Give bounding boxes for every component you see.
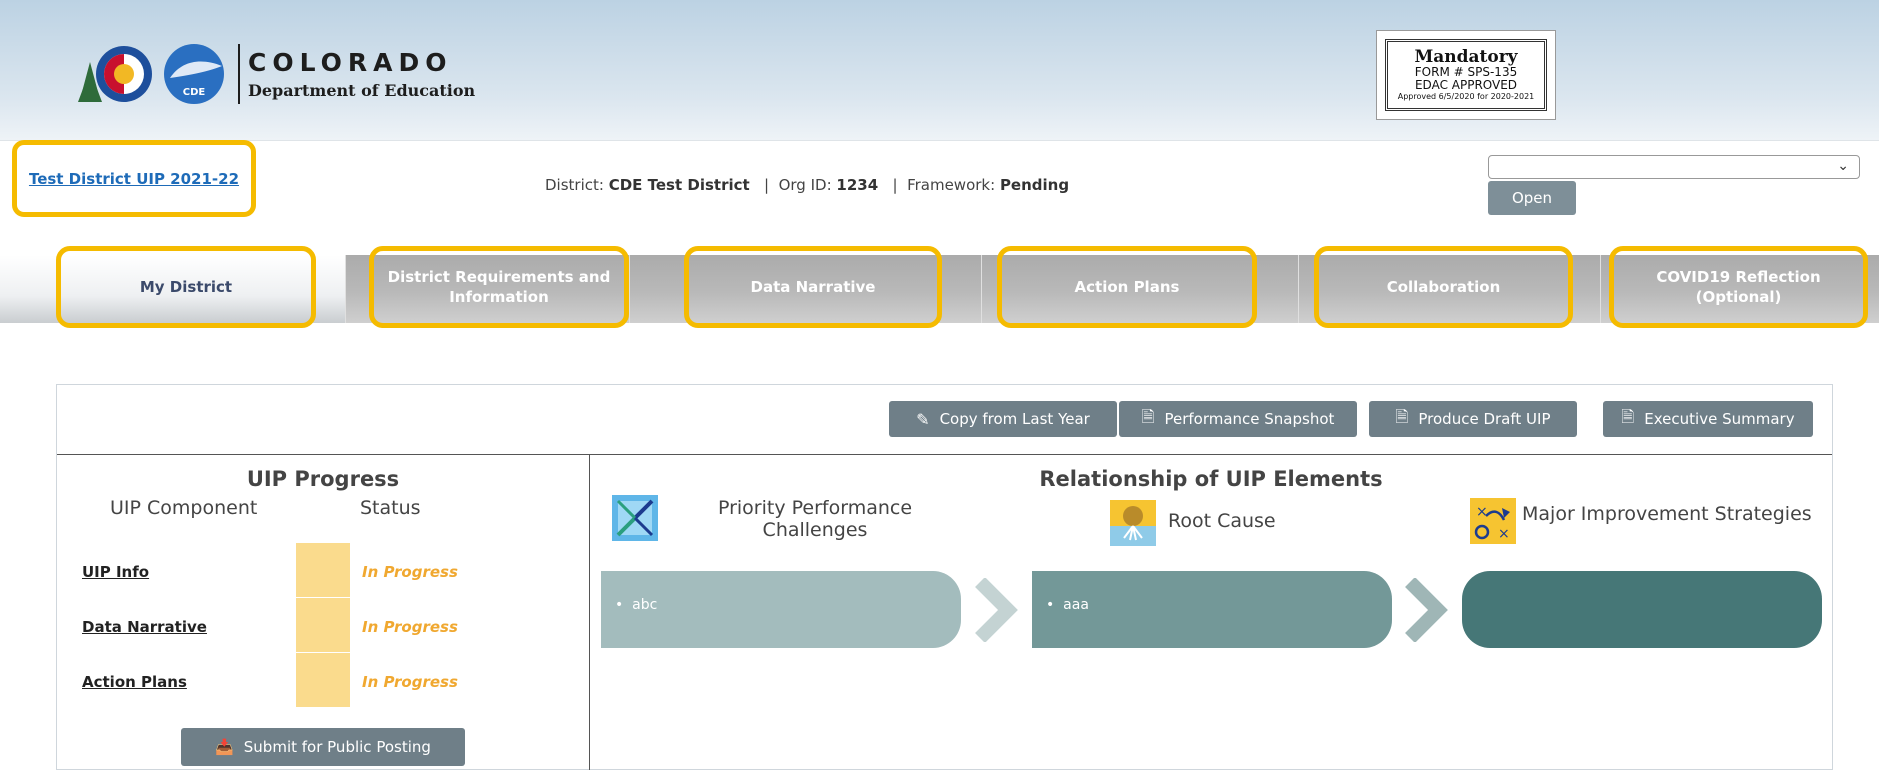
panel-divider-vertical [589,455,590,770]
chevron-down-icon: ⌄ [1837,158,1849,174]
progress-row-uip-info-link[interactable]: UIP Info [82,563,149,581]
uip-title-link-highlight[interactable]: Test District UIP 2021-22 [12,140,256,217]
root-cause-card: • aaa [1032,571,1392,648]
mandatory-stamp: Mandatory FORM # SPS-135 EDAC APPROVED A… [1376,30,1556,120]
org-subtitle: Department of Education [248,81,476,100]
tab-my-district[interactable]: My District [56,246,316,328]
uip-title-link[interactable]: Test District UIP 2021-22 [29,170,239,188]
stamp-line-3: EDAC APPROVED [1414,78,1518,92]
org-id: 1234 [836,176,879,194]
open-button[interactable]: Open [1488,181,1576,215]
district-info: District: CDE Test District | Org ID: 12… [545,176,1070,194]
tab-covid19-reflection[interactable]: COVID19 Reflection (Optional) [1609,246,1868,328]
framework-status: Pending [999,176,1070,194]
document-icon: 🗎 [1141,406,1155,426]
tab-action-plans[interactable]: Action Plans [997,246,1257,328]
list-item: • aaa [1046,597,1089,613]
tab-separator [981,255,982,323]
cde-logo: CDE [78,44,224,104]
arrows-expand-icon [612,495,658,541]
progress-row-action-plans-link[interactable]: Action Plans [82,673,187,691]
tab-separator [345,255,346,323]
col-header-status: Status [360,497,421,519]
strategy-play-icon: × × [1470,498,1516,544]
col-header-component: UIP Component [110,497,258,519]
panel-divider-horizontal [57,454,1832,455]
performance-snapshot-button[interactable]: 🗎 Performance Snapshot [1119,401,1357,437]
document-icon: 🗎 [1621,406,1635,426]
stamp-line-4: Approved 6/5/2020 for 2020-2021 [1397,92,1535,101]
executive-summary-button[interactable]: 🗎 Executive Summary [1603,401,1813,437]
priority-challenges-card: • abc [601,571,961,648]
svg-text:CDE: CDE [183,87,206,98]
col-label-root-cause: Root Cause [1168,510,1276,532]
uip-select-dropdown[interactable]: ⌄ [1488,155,1860,179]
tab-separator [1298,255,1299,323]
status-indicator [296,598,350,652]
list-item: • abc [615,597,658,613]
tab-district-requirements[interactable]: District Requirements and Information [369,246,629,328]
col-label-major-strategies: Major Improvement Strategies [1522,503,1812,525]
svg-text:×: × [1498,526,1510,542]
status-indicator [296,653,350,707]
district-name: CDE Test District [608,176,750,194]
progress-row-data-narrative-link[interactable]: Data Narrative [82,618,207,636]
logo-separator [238,44,240,104]
tab-data-narrative[interactable]: Data Narrative [684,246,942,328]
inbox-icon: 📥 [215,738,234,756]
progress-row-status: In Progress [362,618,458,636]
submit-for-public-posting-button[interactable]: 📥 Submit for Public Posting [181,728,465,766]
major-strategies-card [1462,571,1822,648]
org-title: COLORADO Department of Education [248,48,475,100]
stamp-line-1: Mandatory [1414,47,1518,67]
chevron-right-icon [975,578,1018,642]
org-name: COLORADO [248,48,453,77]
uip-progress-title: UIP Progress [246,467,400,491]
col-label-priority-challenges: Priority Performance Challenges [717,497,913,541]
tab-collaboration[interactable]: Collaboration [1314,246,1573,328]
progress-row-status: In Progress [362,673,458,691]
status-indicator [296,543,350,597]
tab-separator [629,255,630,323]
copy-from-last-year-button[interactable]: ✎ Copy from Last Year [889,401,1117,437]
svg-text:×: × [1476,504,1488,520]
pencil-icon: ✎ [916,409,930,429]
relationship-title: Relationship of UIP Elements [1039,467,1383,491]
progress-row-status: In Progress [362,563,458,581]
produce-draft-uip-button[interactable]: 🗎 Produce Draft UIP [1369,401,1577,437]
tab-separator [1600,255,1601,323]
chevron-right-icon [1405,578,1448,642]
root-cause-icon [1110,500,1156,546]
document-icon: 🗎 [1395,406,1409,426]
site-header: CDE COLORADO Department of Education Man… [0,0,1879,140]
